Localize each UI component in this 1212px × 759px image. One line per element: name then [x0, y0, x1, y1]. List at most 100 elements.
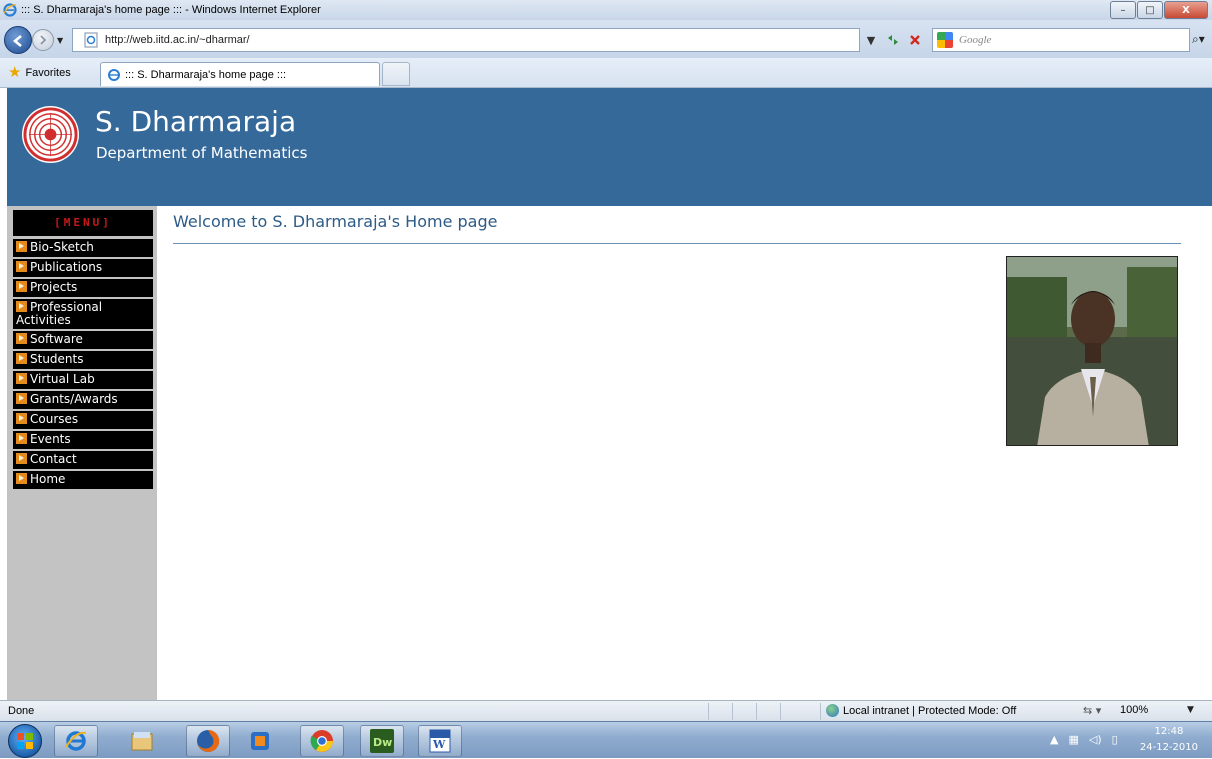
- menu-item-contact[interactable]: Contact: [13, 451, 153, 469]
- windows-logo-icon: [17, 733, 33, 749]
- status-divider: [732, 703, 733, 720]
- browser-tab[interactable]: ::: S. Dharmaraja's home page :::: [100, 62, 380, 86]
- maximize-button[interactable]: □: [1137, 1, 1163, 19]
- heading-divider: [173, 243, 1181, 244]
- stop-icon[interactable]: [904, 29, 926, 51]
- word-taskbar-icon[interactable]: W: [418, 725, 462, 757]
- menu-item-label: Grants/Awards: [30, 392, 118, 406]
- menu-item-label: Home: [30, 472, 66, 486]
- taskbar: Dw W ▲ ▦ ◁) ▯ 12:48 24-12-2010: [0, 721, 1212, 758]
- arrow-icon: [16, 353, 27, 364]
- search-icon[interactable]: ⌕▾: [1192, 32, 1205, 47]
- status-divider: [708, 703, 709, 720]
- recent-pages-dropdown-icon[interactable]: ▼: [57, 36, 65, 45]
- show-hidden-icons-icon[interactable]: ▲: [1050, 733, 1058, 746]
- profile-photo: [1006, 256, 1178, 446]
- search-provider-label: Google: [959, 34, 992, 46]
- status-divider: [780, 703, 781, 720]
- system-tray: ▲ ▦ ◁) ▯ 12:48 24-12-2010: [1034, 722, 1212, 759]
- arrow-icon: [16, 241, 27, 252]
- menu-item-projects[interactable]: Projects: [13, 279, 153, 297]
- menu-item-publications[interactable]: Publications: [13, 259, 153, 277]
- menu-item-professional-activities[interactable]: Professional Activities: [13, 299, 153, 329]
- arrow-icon: [16, 473, 27, 484]
- internet-explorer-taskbar-icon[interactable]: [54, 725, 98, 757]
- arrow-icon: [16, 433, 27, 444]
- site-title: S. Dharmaraja: [95, 105, 297, 138]
- arrow-icon: [16, 333, 27, 344]
- dreamweaver-taskbar-icon[interactable]: Dw: [360, 725, 404, 757]
- menu-item-courses[interactable]: Courses: [13, 411, 153, 429]
- favorites-label: Favorites: [25, 66, 71, 79]
- menu-heading: [MENU]: [13, 210, 153, 236]
- network-icon[interactable]: ▦: [1068, 733, 1078, 746]
- battery-icon[interactable]: ▯: [1112, 733, 1118, 746]
- favorites-button[interactable]: ★ Favorites: [8, 65, 71, 80]
- url-text: http://web.iitd.ac.in/~dharmar/: [105, 34, 250, 46]
- clock-date: 24-12-2010: [1139, 742, 1198, 753]
- url-dropdown-icon[interactable]: ▼: [860, 29, 882, 51]
- arrow-icon: [16, 393, 27, 404]
- menu-item-virtual-lab[interactable]: Virtual Lab: [13, 371, 153, 389]
- status-divider: [756, 703, 757, 720]
- department-subtitle: Department of Mathematics: [96, 144, 308, 162]
- menu-item-label: Virtual Lab: [30, 372, 95, 386]
- volume-icon[interactable]: ◁): [1089, 733, 1102, 746]
- arrow-icon: [16, 301, 27, 312]
- address-field[interactable]: http://web.iitd.ac.in/~dharmar/: [72, 28, 860, 52]
- search-field[interactable]: Google: [932, 28, 1190, 52]
- sidebar: [MENU] Bio-Sketch Publications Projects …: [7, 206, 157, 700]
- menu-item-grants-awards[interactable]: Grants/Awards: [13, 391, 153, 409]
- address-toolbar: ▼ http://web.iitd.ac.in/~dharmar/ ▼ Goog…: [0, 20, 1212, 58]
- internet-explorer-icon: [108, 68, 120, 81]
- refresh-icon[interactable]: [882, 29, 904, 51]
- menu-item-bio-sketch[interactable]: Bio-Sketch: [13, 239, 153, 257]
- svg-text:W: W: [432, 738, 446, 751]
- internet-explorer-icon: [3, 3, 17, 17]
- clock-time: 12:48: [1154, 726, 1184, 737]
- welcome-heading: Welcome to S. Dharmaraja's Home page: [173, 212, 498, 231]
- new-tab-button[interactable]: [382, 62, 410, 86]
- media-player-taskbar-icon[interactable]: [238, 725, 282, 757]
- menu-item-label: Software: [30, 332, 83, 346]
- menu-list: Bio-Sketch Publications Projects Profess…: [13, 239, 153, 491]
- google-icon: [937, 32, 953, 48]
- arrow-icon: [16, 413, 27, 424]
- forward-button[interactable]: [32, 29, 54, 51]
- menu-item-label: Contact: [30, 452, 77, 466]
- clock[interactable]: 12:48 24-12-2010: [1140, 724, 1198, 756]
- tab-label: ::: S. Dharmaraja's home page :::: [125, 68, 287, 81]
- favorites-bar: ★ Favorites ::: S. Dharmaraja's home pag…: [0, 58, 1212, 88]
- menu-item-students[interactable]: Students: [13, 351, 153, 369]
- arrow-icon: [16, 261, 27, 272]
- status-bar: Done Local intranet | Protected Mode: Of…: [0, 700, 1212, 721]
- zone-label: Local intranet | Protected Mode: Off: [843, 704, 1017, 717]
- header-banner: S. Dharmaraja Department of Mathematics: [7, 88, 1212, 206]
- chrome-taskbar-icon[interactable]: [300, 725, 344, 757]
- menu-item-software[interactable]: Software: [13, 331, 153, 349]
- svg-text:Dw: Dw: [373, 736, 392, 749]
- status-divider: [820, 703, 821, 720]
- back-button[interactable]: [4, 26, 32, 54]
- close-button[interactable]: X: [1164, 1, 1208, 19]
- page-icon: [84, 32, 98, 48]
- firefox-taskbar-icon[interactable]: [186, 725, 230, 757]
- minimize-button[interactable]: –: [1110, 1, 1136, 19]
- web-page: S. Dharmaraja Department of Mathematics …: [0, 88, 1212, 700]
- arrow-icon: [16, 281, 27, 292]
- menu-item-label: Publications: [30, 260, 103, 274]
- arrow-icon: [16, 373, 27, 384]
- menu-item-home[interactable]: Home: [13, 471, 153, 489]
- menu-item-label: Courses: [30, 412, 79, 426]
- zoom-level[interactable]: 100%: [1120, 704, 1148, 716]
- globe-icon: [826, 704, 839, 717]
- start-button[interactable]: [8, 724, 42, 758]
- back-arrow-icon: [12, 35, 22, 47]
- security-zone[interactable]: Local intranet | Protected Mode: Off: [826, 704, 1016, 717]
- protected-mode-icon[interactable]: ⇆ ▾: [1083, 704, 1101, 717]
- zoom-dropdown-icon[interactable]: ▼: [1187, 705, 1194, 715]
- menu-item-label: Bio-Sketch: [30, 240, 94, 254]
- star-icon: ★: [8, 64, 22, 81]
- menu-item-events[interactable]: Events: [13, 431, 153, 449]
- file-explorer-taskbar-icon[interactable]: [120, 725, 164, 757]
